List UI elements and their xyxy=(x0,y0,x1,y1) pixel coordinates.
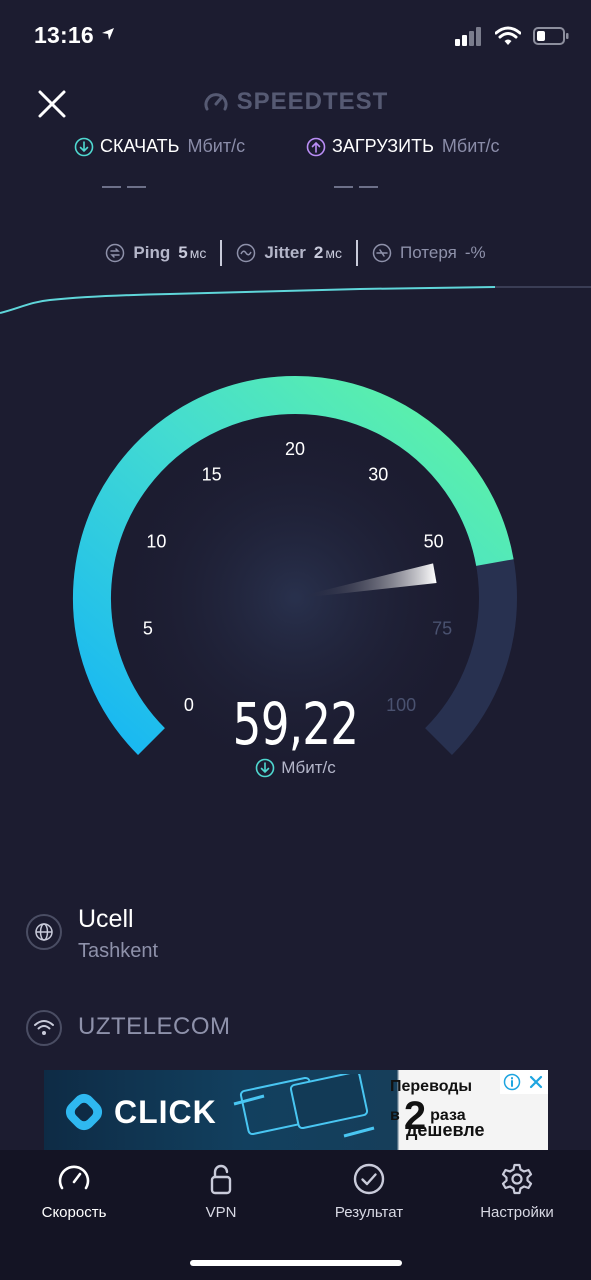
click-logo-icon xyxy=(65,1093,103,1131)
gauge-tick-label: 30 xyxy=(368,464,388,484)
battery-icon xyxy=(533,27,569,45)
speed-history-line xyxy=(0,286,496,314)
tab-speed-label: Скорость xyxy=(41,1204,107,1221)
speedometer-icon xyxy=(58,1165,90,1190)
loss-label: Потеря xyxy=(400,243,457,262)
gauge-tick-label: 50 xyxy=(424,532,444,552)
gauge-tick-label: 5 xyxy=(143,618,153,638)
checkmark-circle-icon xyxy=(353,1163,385,1195)
packet-loss-icon xyxy=(372,243,392,263)
ping-label: Ping xyxy=(133,243,171,262)
tab-results-label: Результат xyxy=(334,1204,404,1221)
current-speed-value: 59,22 xyxy=(232,690,359,758)
status-time: 13:16 xyxy=(34,22,116,49)
wifi-status-icon xyxy=(495,26,521,45)
wifi-network-icon xyxy=(26,1010,62,1046)
cellular-signal-icon xyxy=(455,27,481,46)
jitter-number: 2 xyxy=(313,243,324,262)
download-arrow-icon xyxy=(255,758,275,778)
jitter-unit: мс xyxy=(325,245,342,261)
speed-history-graph xyxy=(0,286,591,314)
upload-header: ЗАГРУЗИТЬ Мбит/с xyxy=(306,136,500,157)
ad-line3: дешевле xyxy=(406,1120,485,1140)
ping-unit: мс xyxy=(189,245,207,261)
isp-name[interactable]: Ucell xyxy=(78,905,134,934)
speedtest-logo-icon xyxy=(204,93,228,111)
upload-unit: Мбит/с xyxy=(441,136,500,156)
speed-unit-label: Мбит/с xyxy=(281,758,336,777)
gauge-tick-label: 75 xyxy=(432,618,452,638)
ad-badges xyxy=(500,1070,548,1094)
clock-text: 13:16 xyxy=(34,22,94,48)
gear-icon xyxy=(501,1163,533,1195)
loss-value: -% xyxy=(464,243,486,262)
current-speed-unit: Мбит/с xyxy=(0,758,591,778)
upload-value-placeholder xyxy=(334,186,378,188)
ping-icon xyxy=(106,243,125,263)
gauge-tick-label: 10 xyxy=(146,532,166,552)
tab-settings-label: Настройки xyxy=(480,1204,554,1221)
jitter-label: Jitter xyxy=(264,243,306,262)
jitter-icon xyxy=(237,243,256,263)
status-indicators xyxy=(455,22,569,50)
jitter-metric: Jitter 2 мс xyxy=(222,243,356,263)
ad-info-icon[interactable] xyxy=(500,1070,524,1094)
ad-logo: CLICK xyxy=(64,1092,217,1132)
ad-banner[interactable]: CLICK Переводы в 2 раза дешевле xyxy=(44,1070,548,1150)
app-brand: SPEEDTEST xyxy=(0,88,591,116)
lock-icon xyxy=(210,1164,232,1195)
globe-icon xyxy=(26,914,62,950)
download-arrow-icon xyxy=(74,137,94,156)
home-indicator xyxy=(190,1260,402,1266)
ad-cards-illustration xyxy=(233,1074,375,1138)
tab-speed[interactable]: Скорость xyxy=(9,1162,139,1221)
download-value-placeholder xyxy=(102,186,146,188)
network-name: UZTELECOM xyxy=(78,1013,231,1040)
tab-vpn-label: VPN xyxy=(205,1204,237,1221)
upload-label: ЗАГРУЗИТЬ xyxy=(332,136,434,156)
brand-text: SPEEDTEST xyxy=(236,88,389,115)
ad-line2-prefix: в xyxy=(390,1107,400,1124)
ping-metric: Ping 5 мс xyxy=(91,243,220,263)
gauge-tick-label: 20 xyxy=(285,439,305,459)
latency-metrics: Ping 5 мс Jitter 2 мс Потеря -% xyxy=(0,240,591,266)
ad-line1: Переводы xyxy=(390,1078,473,1095)
upload-arrow-icon xyxy=(306,137,326,156)
jitter-value: 2 мс xyxy=(314,243,342,263)
ad-close-icon[interactable] xyxy=(524,1070,548,1094)
server-location[interactable]: Tashkent xyxy=(78,940,158,963)
gauge-tick-label: 15 xyxy=(202,464,222,484)
location-arrow-icon xyxy=(102,28,115,40)
ping-value: 5 мс xyxy=(178,243,206,263)
tab-results[interactable]: Результат xyxy=(304,1162,434,1221)
tab-settings[interactable]: Настройки xyxy=(452,1162,582,1221)
tab-vpn[interactable]: VPN xyxy=(156,1162,286,1221)
packet-loss-metric: Потеря -% xyxy=(358,243,500,263)
ad-brand: CLICK xyxy=(114,1093,217,1130)
download-header: СКАЧАТЬ Мбит/с xyxy=(74,136,245,157)
ping-number: 5 xyxy=(178,243,188,262)
download-unit: Мбит/с xyxy=(187,136,246,156)
download-label: СКАЧАТЬ xyxy=(100,136,180,156)
